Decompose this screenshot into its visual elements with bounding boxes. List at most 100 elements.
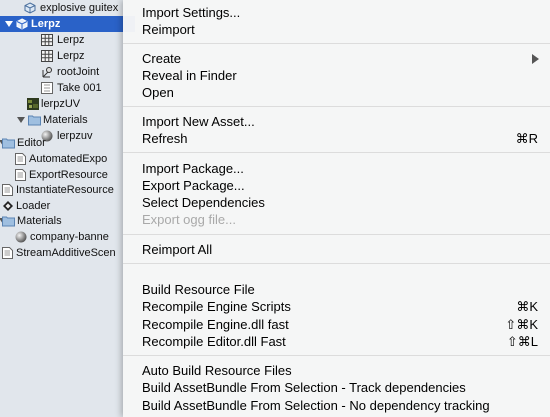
tree-item-editor[interactable]: Editor (0, 135, 135, 151)
tree-item-automatedexpo[interactable]: AutomatedExpo (0, 151, 135, 167)
menu-item-label: Reveal in Finder (142, 68, 237, 83)
menu-item-reimport[interactable]: Reimport (123, 21, 550, 38)
menu-item-label: Select Dependencies (142, 195, 265, 210)
menu-item-reveal-in-finder[interactable]: Reveal in Finder (123, 67, 550, 84)
menu-item-export-ogg-file: Export ogg file... (123, 211, 550, 228)
menu-item-build-assetbundle-track-dependencies[interactable]: Build AssetBundle From Selection - Track… (123, 379, 550, 396)
submenu-arrow-icon (532, 54, 539, 64)
tree-item-exportresource[interactable]: ExportResource (0, 167, 135, 183)
tree-item-label: StreamAdditiveScen (16, 247, 116, 259)
tree-item-label: Lerpz (31, 18, 61, 30)
package-icon (16, 18, 28, 30)
unity-scene-icon (2, 200, 14, 212)
grid-mesh-icon (41, 34, 53, 46)
menu-item-label: Reimport All (142, 242, 213, 257)
menu-item-label: Open (142, 85, 174, 100)
menu-separator (123, 152, 550, 153)
tree-item-company-banner[interactable]: company-banne (0, 229, 135, 245)
menu-item-recompile-editor-dll-fast[interactable]: Recompile Editor.dll Fast ⇧⌘L (123, 333, 550, 350)
menu-item-label: Refresh (142, 131, 188, 146)
menu-item-auto-build-resource-files[interactable]: Auto Build Resource Files (123, 362, 550, 379)
menu-item-label: Import Settings... (142, 5, 241, 20)
tree-item-label: rootJoint (57, 66, 100, 78)
tree-item-lerpzuv-texture[interactable]: lerpzUV (0, 96, 135, 112)
tree-item-label: InstantiateResource (16, 184, 114, 196)
animation-clip-icon (41, 82, 53, 94)
tree-item-label: Take 001 (57, 82, 102, 94)
menu-item-label: Build Resource File (142, 282, 255, 297)
material-sphere-icon (15, 231, 27, 243)
tree-item-loader[interactable]: Loader (0, 198, 135, 214)
tree-item-lerpz-selected[interactable]: Lerpz (0, 16, 135, 32)
menu-item-label: Recompile Engine.dll fast (142, 317, 289, 332)
disclosure-triangle-open-icon[interactable] (17, 116, 25, 124)
tree-item-label: explosive guitex (40, 2, 119, 14)
menu-item-label: Import Package... (142, 161, 244, 176)
project-tree: explosive guitex Lerpz Lerpz Lerpz rootJ… (0, 0, 135, 417)
tree-item-label: AutomatedExpo (29, 153, 108, 165)
menu-item-build-assetbundle-no-dependency-tracking[interactable]: Build AssetBundle From Selection - No de… (123, 397, 550, 414)
menu-separator (123, 263, 550, 264)
tree-item-take-001[interactable]: Take 001 (0, 80, 135, 96)
menu-item-create[interactable]: Create (123, 50, 550, 67)
tree-item-explosive-guitex[interactable]: explosive guitex (0, 0, 135, 16)
tree-item-lerpz-mesh-2[interactable]: Lerpz (0, 48, 135, 64)
menu-item-recompile-engine-scripts[interactable]: Recompile Engine Scripts ⌘K (123, 298, 550, 315)
menu-item-label: Export ogg file... (142, 212, 236, 227)
menu-item-build-resource-file[interactable]: Build Resource File (123, 281, 550, 298)
menu-separator (123, 355, 550, 356)
menu-separator (123, 106, 550, 107)
folder-icon (28, 114, 41, 126)
menu-item-label: Export Package... (142, 178, 245, 193)
menu-item-shortcut: ⌘R (515, 131, 538, 146)
menu-item-export-package[interactable]: Export Package... (123, 177, 550, 194)
tree-item-streamadditivescene[interactable]: StreamAdditiveScen (0, 245, 135, 261)
menu-item-import-package[interactable]: Import Package... (123, 160, 550, 177)
tree-item-label: Materials (43, 114, 88, 126)
menu-item-open[interactable]: Open (123, 84, 550, 101)
tree-item-label: lerpzUV (41, 98, 81, 110)
menu-item-shortcut: ⌘K (516, 299, 538, 314)
menu-item-label: Create (142, 51, 182, 66)
menu-item-label: Recompile Editor.dll Fast (142, 334, 286, 349)
grid-mesh-icon (41, 50, 53, 62)
tree-item-label: company-banne (30, 231, 109, 243)
folder-icon (2, 215, 15, 227)
script-icon (15, 169, 27, 181)
tree-item-label: ExportResource (29, 169, 108, 181)
folder-icon (2, 137, 15, 149)
package-icon (24, 2, 36, 14)
tree-item-label: Lerpz (57, 34, 85, 46)
menu-item-label: Reimport (142, 22, 195, 37)
script-icon (2, 184, 14, 196)
script-icon (2, 247, 14, 259)
menu-item-label: Build AssetBundle From Selection - Track… (142, 380, 466, 395)
tree-item-rootjoint[interactable]: rootJoint (0, 64, 135, 80)
menu-item-reimport-all[interactable]: Reimport All (123, 241, 550, 258)
menu-item-import-new-asset[interactable]: Import New Asset... (123, 113, 550, 130)
menu-item-label: Build AssetBundle From Selection - No de… (142, 398, 490, 413)
tree-item-label: Materials (17, 215, 62, 227)
transform-icon (41, 66, 53, 78)
menu-separator (123, 234, 550, 235)
menu-item-recompile-engine-dll-fast[interactable]: Recompile Engine.dll fast ⇧⌘K (123, 316, 550, 333)
menu-item-import-settings[interactable]: Import Settings... (123, 4, 550, 21)
menu-item-label: Recompile Engine Scripts (142, 299, 291, 314)
tree-item-materials-1[interactable]: Materials (0, 112, 135, 128)
tree-item-materials-2[interactable]: Materials (0, 213, 135, 229)
tree-item-label: Loader (16, 200, 51, 212)
menu-separator (123, 43, 550, 44)
menu-item-refresh[interactable]: Refresh ⌘R (123, 130, 550, 147)
tree-item-instantiateresource[interactable]: InstantiateResource (0, 182, 135, 198)
disclosure-triangle-open-icon[interactable] (5, 20, 13, 28)
menu-item-shortcut: ⇧⌘L (506, 334, 538, 349)
texture-thumbnail-icon (27, 98, 39, 110)
script-icon (15, 153, 27, 165)
tree-item-label: Editor (17, 137, 46, 149)
tree-item-lerpz-mesh-1[interactable]: Lerpz (0, 32, 135, 48)
menu-item-select-dependencies[interactable]: Select Dependencies (123, 194, 550, 211)
context-menu: Import Settings... Reimport Create Revea… (123, 0, 550, 417)
menu-item-label: Import New Asset... (142, 114, 255, 129)
tree-item-label: Lerpz (57, 50, 85, 62)
menu-item-shortcut: ⇧⌘K (505, 317, 538, 332)
